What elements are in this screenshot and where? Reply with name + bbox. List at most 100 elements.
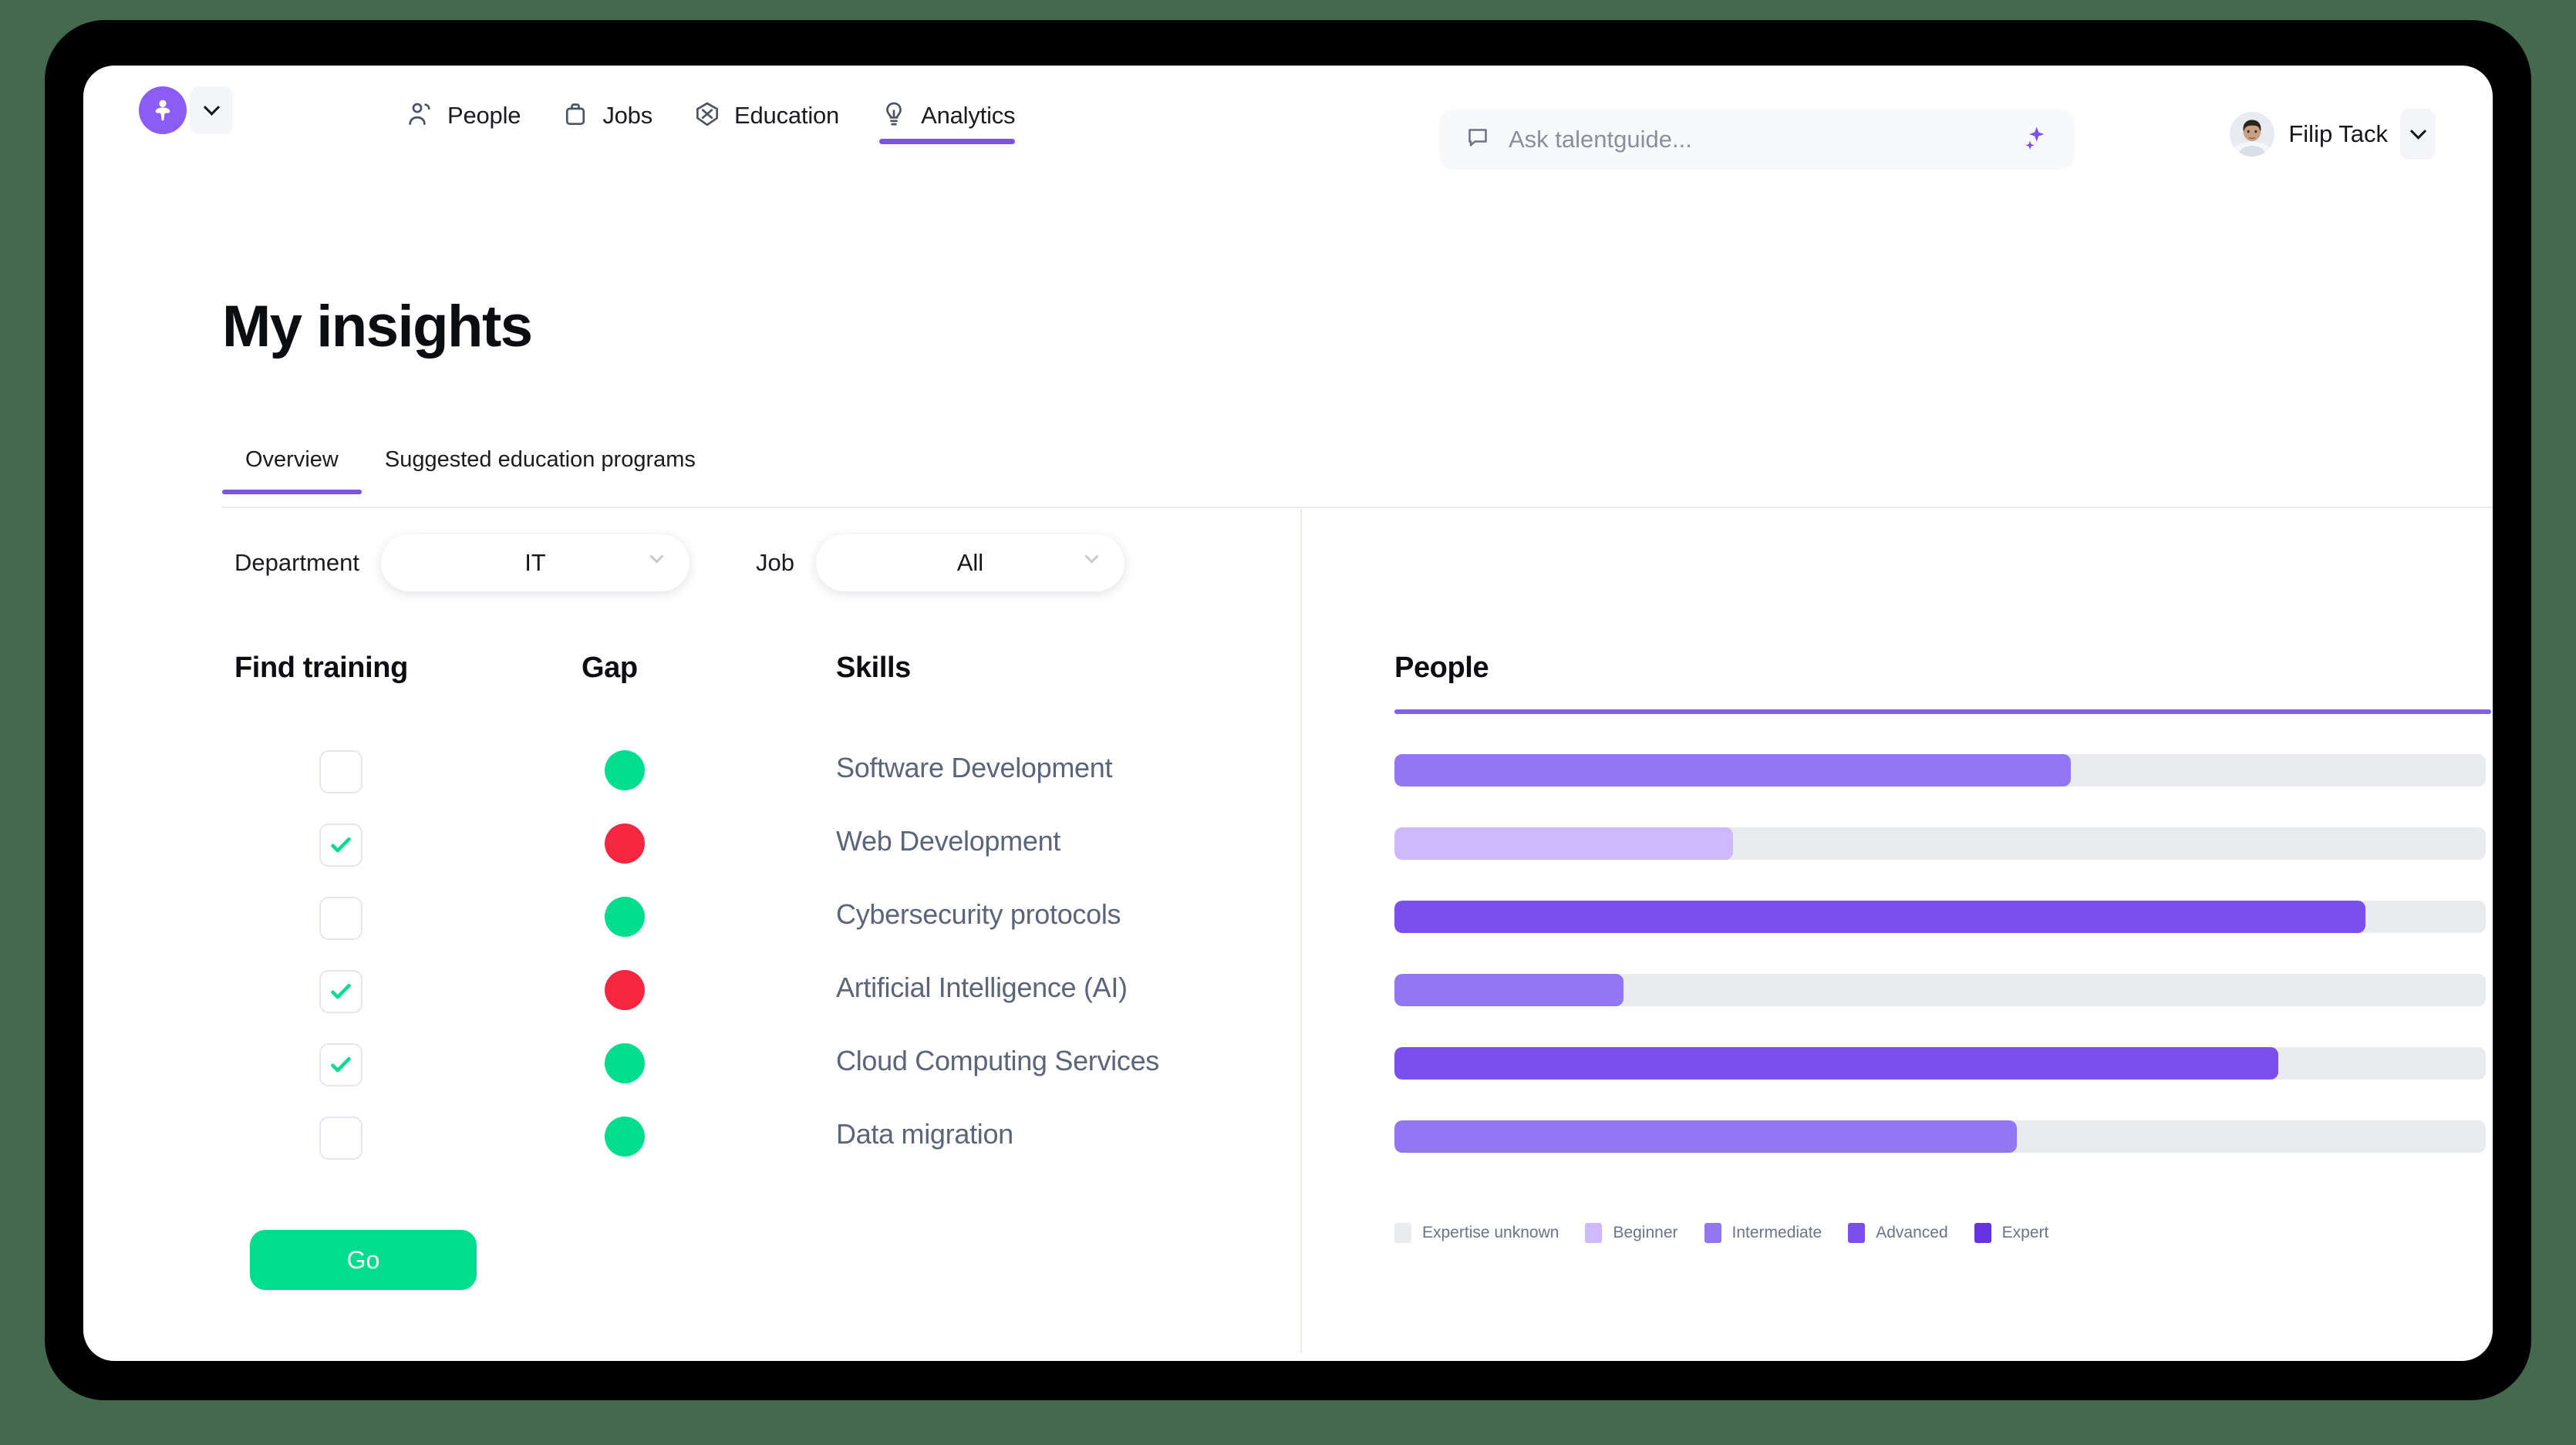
sparkle-icon[interactable]	[2019, 123, 2050, 157]
table-row: Cybersecurity protocols	[83, 883, 1300, 956]
skill-name[interactable]: Cybersecurity protocols	[836, 898, 1121, 931]
bar-track	[1394, 974, 2486, 1006]
logo-group	[139, 86, 233, 134]
skill-name[interactable]: Cloud Computing Services	[836, 1045, 1159, 1077]
avatar	[2230, 112, 2275, 157]
bar-fill	[1394, 974, 1624, 1006]
legend-label: Advanced	[1876, 1224, 1948, 1241]
tab-suggested-education-programs[interactable]: Suggested education programs	[362, 447, 719, 494]
profile-main[interactable]: Filip Tack	[2224, 106, 2397, 163]
profile-menu[interactable]: Filip Tack	[2224, 106, 2436, 163]
gap-status-dot	[605, 750, 645, 790]
table-row: Data migration	[83, 1103, 1300, 1176]
skill-name[interactable]: Software Development	[836, 752, 1112, 784]
panel-divider	[1300, 509, 1302, 1353]
graduation-cap-icon	[693, 99, 722, 133]
column-header-find-training: Find training	[234, 652, 408, 684]
lightbulb-icon	[879, 99, 909, 133]
people-bar-chart	[1394, 754, 2493, 1194]
find-training-checkbox[interactable]	[319, 1043, 362, 1086]
bar-track	[1394, 754, 2486, 786]
active-tab-indicator	[222, 490, 362, 494]
tab-overview[interactable]: Overview	[222, 447, 362, 494]
skill-name[interactable]: Web Development	[836, 825, 1060, 857]
department-filter-label: Department	[234, 549, 359, 576]
legend-item: Beginner	[1585, 1223, 1678, 1243]
table-row: Cloud Computing Services	[83, 1029, 1300, 1103]
people-icon	[406, 99, 435, 133]
active-nav-indicator	[879, 139, 1016, 144]
nav-item-jobs[interactable]: Jobs	[541, 66, 673, 166]
gap-status-dot	[605, 970, 645, 1010]
page-title: My insights	[222, 294, 533, 359]
people-panel: People Expertise unknown Beginner Intermed…	[1394, 652, 2493, 1243]
nav-item-people[interactable]: People	[386, 66, 541, 166]
table-row: Software Development	[83, 736, 1300, 810]
column-header-gap: Gap	[582, 652, 638, 684]
bar-fill	[1394, 754, 2072, 786]
legend-swatch	[1974, 1223, 1991, 1243]
legend-swatch	[1848, 1223, 1866, 1243]
app-window: People Jobs Education Analytics Ask tale…	[83, 66, 2493, 1361]
table-row: Artificial Intelligence (AI)	[83, 956, 1300, 1029]
bar-track	[1394, 901, 2486, 933]
tab-label: Overview	[245, 447, 339, 472]
find-training-checkbox[interactable]	[319, 1117, 362, 1160]
table-row: Web Development	[83, 810, 1300, 883]
chevron-down-icon	[2409, 123, 2426, 140]
bar-row	[1394, 901, 2493, 974]
gap-status-dot	[605, 1117, 645, 1157]
search-input[interactable]: Ask talentguide...	[1439, 109, 2075, 170]
nav-item-education[interactable]: Education	[673, 66, 859, 166]
job-select-value: All	[956, 549, 984, 576]
nav-item-label: Analytics	[921, 102, 1016, 129]
department-select[interactable]: IT	[380, 534, 690, 591]
chevron-down-icon	[1084, 549, 1099, 564]
talentguide-logo-icon[interactable]	[139, 86, 187, 134]
nav-item-label: People	[447, 102, 521, 129]
gap-status-dot	[605, 1043, 645, 1083]
profile-dropdown-button[interactable]	[2400, 109, 2436, 160]
logo-dropdown-button[interactable]	[190, 86, 233, 134]
nav-item-label: Jobs	[602, 102, 653, 129]
find-training-checkbox[interactable]	[319, 897, 362, 940]
find-training-checkbox[interactable]	[319, 970, 362, 1013]
legend-item: Advanced	[1848, 1223, 1948, 1243]
bar-row	[1394, 1047, 2493, 1120]
filter-bar: Department IT Job All	[234, 534, 1124, 591]
find-training-checkbox[interactable]	[319, 824, 362, 867]
job-select[interactable]: All	[815, 534, 1124, 591]
gap-status-dot	[605, 897, 645, 937]
legend-label: Beginner	[1613, 1224, 1678, 1241]
legend-swatch	[1394, 1223, 1411, 1243]
tab-label: Suggested education programs	[384, 447, 696, 472]
skills-table-headers: Find training Gap Skills	[83, 652, 1300, 698]
legend-swatch	[1704, 1223, 1721, 1243]
bar-fill	[1394, 901, 2366, 933]
tabs-divider	[222, 507, 2493, 508]
profile-name: Filip Tack	[2288, 120, 2388, 147]
column-header-skills: Skills	[836, 652, 911, 684]
search-placeholder-text: Ask talentguide...	[1509, 126, 1692, 153]
legend-item: Expertise unknown	[1394, 1223, 1559, 1243]
main-nav-items: People Jobs Education Analytics	[386, 66, 1035, 166]
department-select-value: IT	[524, 549, 546, 576]
find-training-checkbox[interactable]	[319, 750, 362, 793]
job-filter-label: Job	[755, 549, 794, 576]
chart-legend: Expertise unknown Beginner Intermediate Adv…	[1394, 1223, 2493, 1243]
skill-name[interactable]: Data migration	[836, 1118, 1013, 1150]
nav-item-analytics[interactable]: Analytics	[859, 66, 1035, 166]
go-button[interactable]: Go	[250, 1230, 477, 1290]
people-panel-rule	[1394, 709, 2491, 714]
bar-fill	[1394, 1047, 2279, 1080]
bar-fill	[1394, 827, 1733, 860]
gap-status-dot	[605, 824, 645, 864]
legend-label: Intermediate	[1731, 1224, 1822, 1241]
skills-panel: Find training Gap Skills Software Develo…	[83, 605, 1300, 1361]
bar-row	[1394, 827, 2493, 901]
legend-label: Expertise unknown	[1422, 1224, 1559, 1241]
skill-name[interactable]: Artificial Intelligence (AI)	[836, 972, 1128, 1004]
skills-table-body: Software Development Web Development Cyber…	[83, 736, 1300, 1176]
bar-track	[1394, 1047, 2486, 1080]
top-navigation-bar: People Jobs Education Analytics Ask tale…	[83, 66, 2493, 170]
